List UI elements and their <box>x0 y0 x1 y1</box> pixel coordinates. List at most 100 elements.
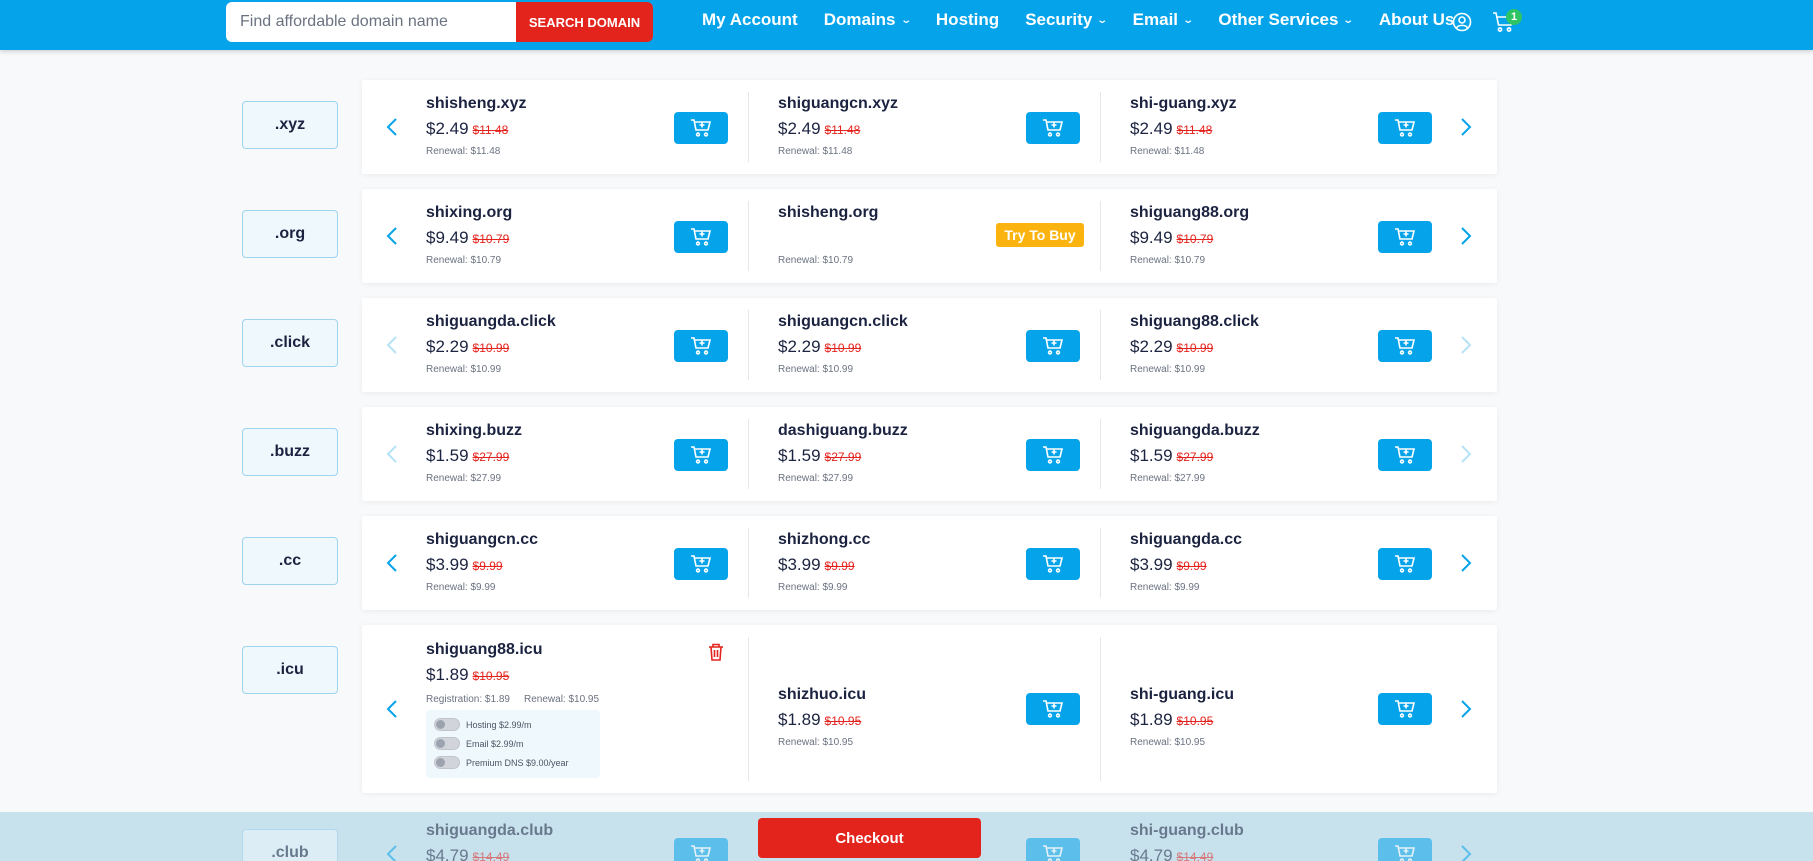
add-to-cart-button[interactable] <box>1378 548 1432 580</box>
renewal-price: Renewal: $27.99 <box>1130 473 1206 484</box>
add-to-cart-button[interactable] <box>1026 838 1080 861</box>
add-to-cart-button[interactable] <box>674 112 728 144</box>
cart-add-icon <box>1395 555 1416 573</box>
addon-toggle[interactable] <box>434 756 460 769</box>
domain-name: shisheng.org <box>778 204 879 221</box>
nav-label: My Account <box>702 10 798 29</box>
cart-add-icon <box>1395 119 1416 137</box>
nav-email[interactable]: Email ⌄ <box>1133 10 1194 30</box>
user-account-icon[interactable] <box>1452 12 1472 32</box>
renewal-price: Renewal: $10.79 <box>778 255 854 266</box>
renewal-price: Renewal: $11.48 <box>426 146 501 157</box>
main-nav: My Account Domains ⌄ Hosting Security ⌄ Email ⌄… <box>702 0 1480 40</box>
original-price: $10.95 <box>824 714 862 728</box>
cart-add-icon <box>691 555 712 573</box>
tld-label[interactable]: .xyz <box>242 101 338 149</box>
next-arrow-icon[interactable] <box>1453 697 1477 721</box>
domain-name: shizhuo.icu <box>778 686 866 703</box>
addon-toggle[interactable] <box>434 718 460 731</box>
current-price: $1.59 <box>1130 446 1173 465</box>
nav-security[interactable]: Security ⌄ <box>1025 10 1108 30</box>
add-to-cart-button[interactable] <box>1378 439 1432 471</box>
add-to-cart-button[interactable] <box>1026 439 1080 471</box>
domain-name: shixing.buzz <box>426 422 522 439</box>
domain-name: shisheng.xyz <box>426 95 527 112</box>
domain-row-card-selected: shiguang88.icu $1.89 $10.95 Registration: $… <box>362 625 1497 793</box>
add-to-cart-button[interactable] <box>674 439 728 471</box>
search-domain-button[interactable]: SEARCH DOMAIN <box>516 2 653 42</box>
domain-price: $4.79 $14.49 <box>1130 846 1213 861</box>
add-to-cart-button[interactable] <box>674 221 728 253</box>
domain-price: $4.79 $14.49 <box>426 846 509 861</box>
nav-domains[interactable]: Domains ⌄ <box>824 10 912 30</box>
tld-label[interactable]: .club <box>242 829 338 861</box>
prev-arrow-icon[interactable] <box>381 224 405 248</box>
trash-icon[interactable] <box>707 642 725 662</box>
domain-row-card: shiguangcn.cc $3.99 $9.99 Renewal: $9.99 shi… <box>362 516 1497 610</box>
registration-price: Registration: $1.89 <box>426 694 510 705</box>
add-to-cart-button[interactable] <box>1378 838 1432 861</box>
domain-search-input[interactable] <box>226 2 516 42</box>
column-divider <box>1100 201 1101 271</box>
current-price: $3.99 <box>426 555 469 574</box>
renewal-price: Renewal: $10.95 <box>1130 737 1206 748</box>
add-to-cart-button[interactable] <box>1026 112 1080 144</box>
add-to-cart-button[interactable] <box>1378 330 1432 362</box>
nav-hosting[interactable]: Hosting <box>936 10 999 30</box>
domain-name: shiguang88.icu <box>426 641 543 658</box>
prev-arrow-icon[interactable] <box>381 697 405 721</box>
prev-arrow-icon[interactable] <box>381 442 405 466</box>
domain-name: shiguangcn.xyz <box>778 95 899 112</box>
add-to-cart-button[interactable] <box>1378 221 1432 253</box>
add-to-cart-button[interactable] <box>1026 693 1080 725</box>
prev-arrow-icon[interactable] <box>381 551 405 575</box>
current-price: $2.29 <box>1130 337 1173 356</box>
add-to-cart-button[interactable] <box>1026 548 1080 580</box>
next-arrow-icon[interactable] <box>1453 333 1477 357</box>
cart-add-icon <box>691 228 712 246</box>
next-arrow-icon[interactable] <box>1453 442 1477 466</box>
addon-option[interactable]: Email $2.99/m <box>434 737 524 750</box>
add-to-cart-button[interactable] <box>674 330 728 362</box>
add-to-cart-button[interactable] <box>1026 330 1080 362</box>
addon-option[interactable]: Premium DNS $9.00/year <box>434 756 569 769</box>
column-divider <box>1100 310 1101 380</box>
original-price: $10.99 <box>824 341 862 355</box>
add-to-cart-button[interactable] <box>1378 112 1432 144</box>
cart-add-icon <box>1043 555 1064 573</box>
next-arrow-icon[interactable] <box>1453 224 1477 248</box>
next-arrow-icon[interactable] <box>1453 115 1477 139</box>
top-header: SEARCH DOMAIN My Account Domains⌄ Hosting S… <box>0 0 1813 50</box>
add-to-cart-button[interactable] <box>674 838 728 861</box>
add-to-cart-button[interactable] <box>1378 693 1432 725</box>
nav-my-account[interactable]: My Account <box>702 10 798 30</box>
try-to-buy-button[interactable]: Try To Buy <box>996 223 1084 247</box>
original-price: $10.95 <box>1176 714 1214 728</box>
tld-label[interactable]: .icu <box>242 646 338 694</box>
checkout-button[interactable]: Checkout <box>758 818 981 858</box>
original-price: $10.99 <box>1176 341 1214 355</box>
addon-toggle[interactable] <box>434 737 460 750</box>
next-arrow-icon[interactable] <box>1453 551 1477 575</box>
cart-add-icon <box>1043 337 1064 355</box>
domain-price: $2.29 $10.99 <box>1130 337 1213 357</box>
tld-label[interactable]: .org <box>242 210 338 258</box>
prev-arrow-icon[interactable] <box>381 115 405 139</box>
prev-arrow-icon[interactable] <box>381 333 405 357</box>
addon-label: Email $2.99/m <box>466 738 524 749</box>
domain-name: shiguang88.org <box>1130 204 1250 221</box>
add-to-cart-button[interactable] <box>674 548 728 580</box>
tld-label[interactable]: .click <box>242 319 338 367</box>
tld-label[interactable]: .buzz <box>242 428 338 476</box>
nav-about-us[interactable]: About Us <box>1379 10 1455 30</box>
addon-option[interactable]: Hosting $2.99/m <box>434 718 532 731</box>
cart-add-icon <box>691 337 712 355</box>
domain-price: $3.99 $9.99 <box>778 555 855 575</box>
tld-label[interactable]: .cc <box>242 537 338 585</box>
prev-arrow-icon[interactable] <box>381 842 405 861</box>
nav-other-services[interactable]: Other Services ⌄ <box>1218 10 1354 30</box>
current-price: $2.29 <box>426 337 469 356</box>
domain-price: $3.99 $9.99 <box>426 555 503 575</box>
next-arrow-icon[interactable] <box>1453 842 1477 861</box>
column-divider <box>748 528 749 598</box>
